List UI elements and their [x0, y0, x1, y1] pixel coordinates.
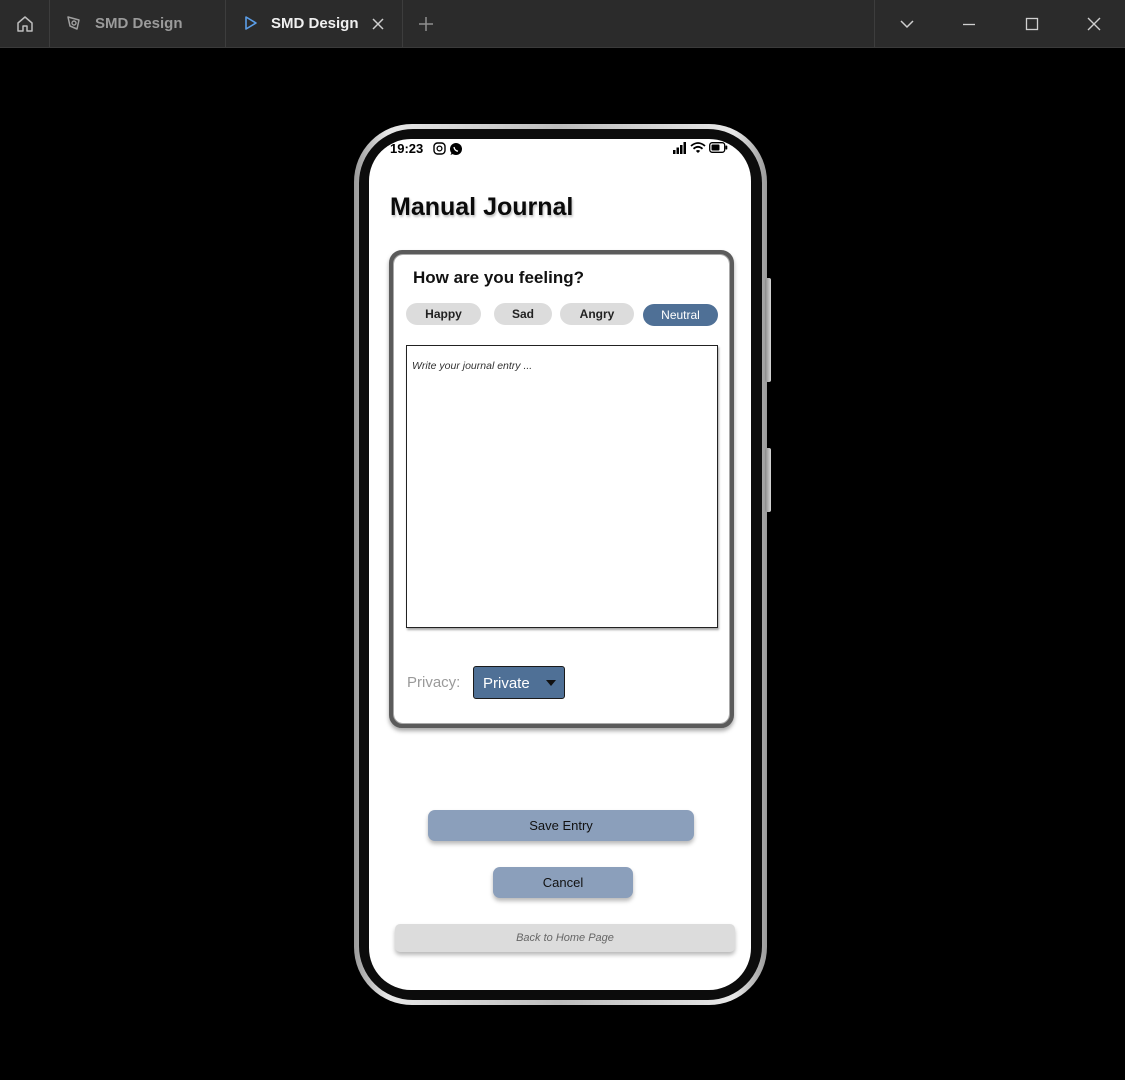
privacy-label: Privacy:: [407, 674, 461, 691]
close-icon[interactable]: [1082, 12, 1106, 36]
journal-entry-textarea[interactable]: Write your journal entry ...: [406, 345, 718, 628]
volume-button: [765, 278, 771, 382]
mood-chip-angry[interactable]: Angry: [560, 303, 634, 325]
save-entry-button[interactable]: Save Entry: [428, 810, 694, 841]
minimize-icon[interactable]: [957, 12, 981, 36]
mood-chip-neutral[interactable]: Neutral: [643, 304, 718, 326]
whatsapp-icon: [450, 143, 462, 155]
cancel-button[interactable]: Cancel: [493, 867, 633, 898]
power-button: [765, 448, 771, 512]
tab-smd-design-preview[interactable]: SMD Design: [226, 0, 403, 47]
dropdown-caret-icon: [546, 680, 556, 686]
tab-label: SMD Design: [95, 15, 183, 32]
instagram-icon: [433, 142, 446, 155]
mood-chip-happy[interactable]: Happy: [406, 303, 481, 325]
plus-icon[interactable]: [414, 12, 438, 36]
battery-icon: [709, 142, 728, 153]
mood-question: How are you feeling?: [413, 268, 584, 287]
design-file-icon: [67, 16, 80, 30]
home-button[interactable]: [0, 0, 50, 47]
back-to-home-button[interactable]: Back to Home Page: [395, 924, 735, 952]
tab-smd-design-editor[interactable]: SMD Design: [50, 0, 226, 47]
tab-label: SMD Design: [271, 15, 359, 32]
journal-card: How are you feeling? Happy Sad Angry Neu…: [389, 250, 734, 728]
signal-icon: [673, 142, 686, 154]
wifi-icon: [690, 142, 706, 153]
privacy-selected-value: Private: [483, 675, 530, 692]
privacy-dropdown[interactable]: Private: [473, 666, 565, 699]
window-titlebar: SMD Design SMD Design: [0, 0, 1125, 48]
play-icon: [245, 16, 257, 30]
status-time: 19:23: [390, 141, 424, 156]
home-icon: [16, 15, 33, 32]
close-icon[interactable]: [368, 14, 388, 34]
window-controls: [874, 0, 1125, 47]
chevron-down-icon[interactable]: [895, 12, 919, 36]
page-title: Manual Journal: [390, 193, 574, 221]
mood-chip-sad[interactable]: Sad: [494, 303, 552, 325]
journal-entry-placeholder: Write your journal entry ...: [412, 360, 533, 372]
maximize-icon[interactable]: [1020, 12, 1044, 36]
phone-screen: 19:23 Manual Journal How are you feeling…: [369, 139, 751, 990]
